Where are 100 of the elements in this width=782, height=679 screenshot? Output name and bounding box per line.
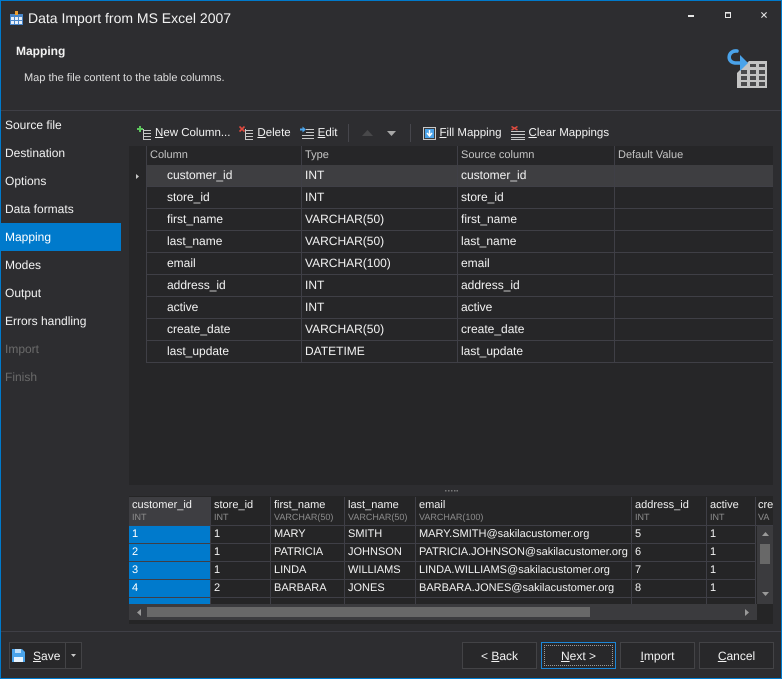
table-cell: VARCHAR(50) [302, 319, 458, 341]
horizontal-scrollbar[interactable] [129, 604, 757, 620]
table-icon [10, 11, 23, 25]
table-row[interactable]: address_id INT address_id [146, 275, 773, 297]
vertical-scrollbar[interactable] [757, 526, 773, 604]
table-cell: INT [302, 187, 458, 209]
fill-mapping-button[interactable]: Fill Mapping [420, 124, 504, 142]
down-arrow-box-icon [422, 126, 436, 140]
delete-button[interactable]: Delete [237, 124, 293, 142]
sidebar-item[interactable]: Mapping [1, 223, 121, 251]
column-type: VARCHAR(50) [274, 512, 334, 523]
clear-mappings-button[interactable]: Clear Mappings [508, 124, 612, 142]
table-cell: 1 [707, 562, 756, 580]
scroll-up-icon[interactable] [762, 532, 768, 536]
table-cell: SMITH [345, 526, 416, 544]
page-title: Mapping [16, 44, 66, 58]
table-cell: customer_id [458, 165, 615, 187]
table-cell: store_id [146, 187, 302, 209]
table-cell: MARY [271, 526, 345, 544]
column-name: customer_id [132, 499, 193, 512]
scrollbar-thumb[interactable] [760, 544, 770, 564]
scrollbar-thumb[interactable] [147, 607, 590, 617]
column-header[interactable]: Default Value [615, 146, 773, 165]
table-cell: BARBARA [271, 580, 345, 598]
table-cell: 1 [707, 580, 756, 598]
table-cell: 7 [632, 562, 707, 580]
sidebar-item[interactable]: Output [1, 279, 121, 307]
table-row[interactable]: store_id INT store_id [146, 187, 773, 209]
sidebar-item[interactable]: Data formats [1, 195, 121, 223]
table-cell: 4 [129, 580, 211, 598]
table-cell: 1 [211, 526, 271, 544]
table-cell: active [458, 297, 615, 319]
column-name: store_id [214, 499, 254, 512]
table-row[interactable]: customer_id INT customer_id [146, 165, 773, 187]
plus-list-icon [137, 126, 151, 140]
table-cell: PATRICIA [271, 544, 345, 562]
table-row[interactable]: last_name VARCHAR(50) last_name [146, 231, 773, 253]
new-column-button[interactable]: New Column... [135, 124, 232, 142]
table-cell: email [458, 253, 615, 275]
maximize-icon[interactable] [725, 12, 731, 18]
table-row[interactable]: create_date VARCHAR(50) create_date [146, 319, 773, 341]
column-name: email [419, 499, 446, 512]
table-cell: MARY.SMITH@sakilacustomer.org [416, 526, 632, 544]
table-row[interactable]: active INT active [146, 297, 773, 319]
table-cell: DATETIME [302, 341, 458, 363]
scroll-left-icon[interactable] [137, 608, 141, 616]
page-description: Map the file content to the table columns. [24, 71, 226, 85]
sidebar-item[interactable]: Modes [1, 251, 121, 279]
triangle-down-icon[interactable] [386, 130, 396, 136]
table-cell: 5 [632, 526, 707, 544]
table-row[interactable]: email VARCHAR(100) email [146, 253, 773, 275]
cross-list-icon [239, 126, 254, 140]
table-cell: WILLIAMS [345, 562, 416, 580]
table-cell: create_date [458, 319, 615, 341]
table-cell: first_name [458, 209, 615, 231]
column-type: INT [214, 512, 230, 523]
sidebar-item[interactable]: Options [1, 167, 121, 195]
sidebar-item[interactable]: Source file [1, 111, 121, 139]
table-cell: INT [302, 165, 458, 187]
column-name: active [710, 499, 740, 512]
table-cell: VARCHAR(50) [302, 231, 458, 253]
table-cell: last_name [458, 231, 615, 253]
table-row[interactable]: first_name VARCHAR(50) first_name [146, 209, 773, 231]
table-cell: 6 [632, 544, 707, 562]
column-type: INT [132, 512, 148, 523]
edit-button[interactable]: Edit [298, 124, 340, 142]
window-title: Data Import from MS Excel 2007 [28, 10, 232, 26]
sidebar-item[interactable]: Errors handling [1, 307, 121, 335]
table-cell: last_update [146, 341, 302, 363]
scroll-down-icon[interactable] [762, 592, 768, 596]
table-cell: active [146, 297, 302, 319]
cross-lines-icon [510, 126, 525, 140]
table-cell: store_id [458, 187, 615, 209]
import-button[interactable]: Import [620, 642, 695, 669]
back-button[interactable]: < Back [462, 642, 537, 669]
table-cell: last_name [146, 231, 302, 253]
table-cell: first_name [146, 209, 302, 231]
table-cell: last_update [458, 341, 615, 363]
save-button[interactable]: Save [9, 642, 66, 669]
column-name: address_id [635, 499, 690, 512]
table-cell: email [146, 253, 302, 275]
scroll-right-icon[interactable] [745, 608, 749, 616]
column-type: VARCHAR(50) [348, 512, 408, 523]
table-cell: 1 [211, 544, 271, 562]
close-icon[interactable] [761, 12, 767, 18]
table-cell: 1 [211, 562, 271, 580]
table-cell: VARCHAR(100) [302, 253, 458, 275]
next-button[interactable]: Next > [541, 642, 616, 669]
column-name: first_name [274, 499, 326, 512]
table-cell: customer_id [146, 165, 302, 187]
column-type: INT [635, 512, 650, 523]
column-type: INT [710, 512, 726, 523]
column-name: last_name [348, 499, 400, 512]
sidebar-item[interactable]: Destination [1, 139, 121, 167]
table-cell: VARCHAR(50) [302, 209, 458, 231]
table-cell: INT [302, 297, 458, 319]
cancel-button[interactable]: Cancel [699, 642, 774, 669]
caret-icon [71, 654, 76, 657]
table-cell: BARBARA.JONES@sakilacustomer.org [416, 580, 632, 598]
table-row[interactable]: last_update DATETIME last_update [146, 341, 773, 363]
